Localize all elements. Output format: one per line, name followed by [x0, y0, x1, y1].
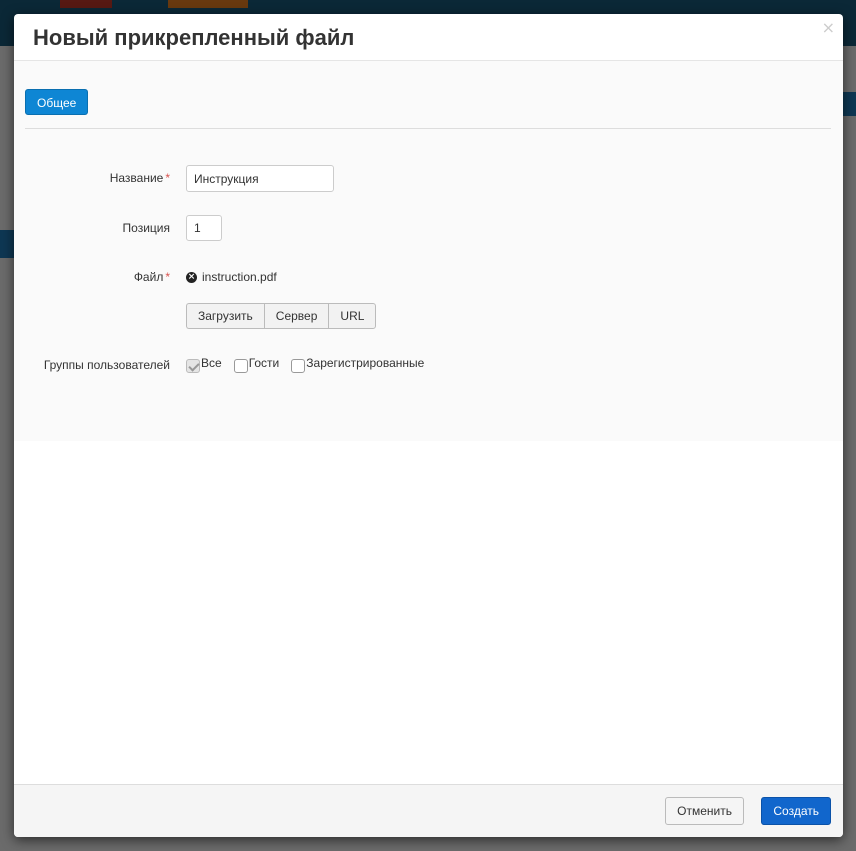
server-button[interactable]: Сервер	[263, 303, 329, 329]
file-label-text: Файл	[133, 270, 164, 284]
cancel-button[interactable]: Отменить	[665, 797, 744, 825]
position-label: Позиция	[122, 221, 170, 235]
group-all-option[interactable]: Все	[186, 356, 222, 373]
required-marker: *	[165, 171, 170, 185]
modal-body: Общее Название* Позиция Файл* × instruct…	[14, 61, 843, 441]
tab-general[interactable]: Общее	[25, 89, 89, 115]
create-button[interactable]: Создать	[761, 797, 831, 825]
tab-bar: Общее	[25, 89, 831, 129]
user-groups-label: Группы пользователей	[43, 358, 170, 372]
name-label-text: Название	[109, 171, 164, 185]
name-input[interactable]	[186, 165, 334, 192]
group-guests-checkbox[interactable]	[233, 359, 248, 373]
name-label: Название *	[110, 171, 170, 185]
group-all-label: Все	[201, 356, 222, 370]
new-attachment-dialog: Новый прикрепленный файл × Общее Названи…	[14, 14, 843, 837]
group-registered-option[interactable]: Зарегистрированные	[291, 356, 424, 373]
file-source-buttons: Загрузить Сервер URL	[186, 303, 377, 329]
group-registered-label: Зарегистрированные	[306, 356, 425, 370]
upload-button[interactable]: Загрузить	[186, 303, 264, 329]
x-circle-icon[interactable]: ×	[186, 271, 197, 283]
required-marker: *	[165, 270, 170, 284]
file-info: × instruction.pdf	[186, 270, 277, 284]
user-groups-checkboxes: Все Гости Зарегистрированные	[186, 356, 436, 373]
modal-footer: Отменить Создать	[14, 784, 843, 837]
group-registered-checkbox[interactable]	[291, 359, 306, 373]
modal-header: Новый прикрепленный файл ×	[14, 14, 843, 61]
group-guests-label: Гости	[248, 356, 280, 370]
close-icon[interactable]: ×	[822, 18, 835, 38]
file-label: Файл *	[134, 270, 170, 284]
group-guests-option[interactable]: Гости	[233, 356, 280, 373]
position-input[interactable]	[186, 215, 222, 241]
modal-title: Новый прикрепленный файл	[33, 25, 355, 50]
file-name: instruction.pdf	[202, 270, 277, 284]
group-all-checkbox[interactable]	[186, 359, 200, 373]
url-button[interactable]: URL	[328, 303, 377, 329]
